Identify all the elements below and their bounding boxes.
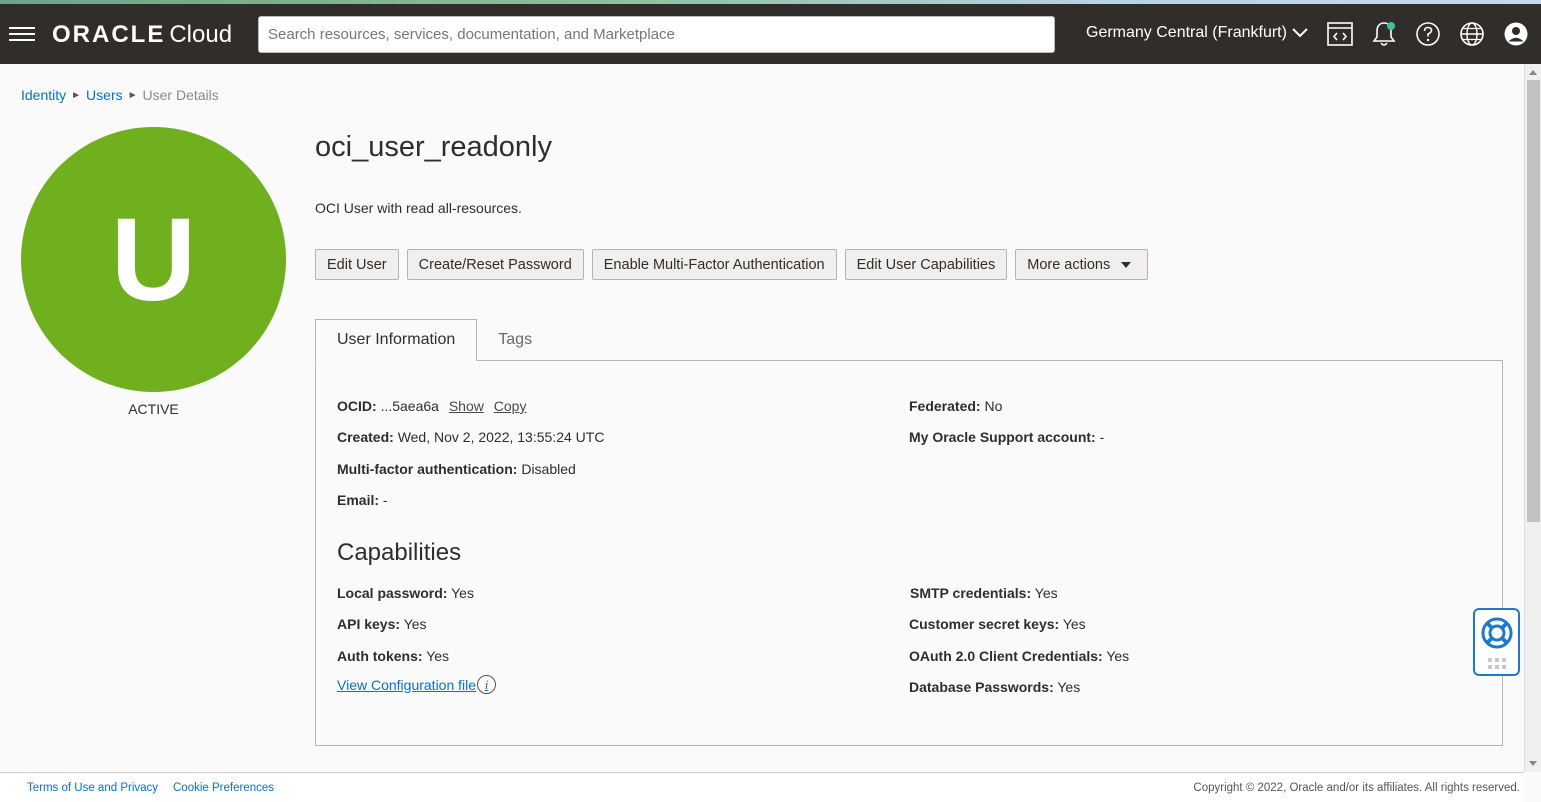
smtp-value: Yes — [1034, 585, 1058, 601]
scroll-down-icon[interactable] — [1529, 761, 1537, 766]
support-account-label: My Oracle Support account: — [909, 429, 1096, 445]
globe-icon[interactable] — [1458, 20, 1486, 48]
tab-user-information[interactable]: User Information — [315, 319, 478, 361]
mfa-value: Disabled — [521, 461, 576, 477]
ocid-field: OCID: ...5aea6a Show Copy — [337, 398, 526, 414]
status-label: ACTIVE — [128, 401, 179, 417]
more-actions-label: More actions — [1027, 256, 1111, 273]
created-value: Wed, Nov 2, 2022, 13:55:24 UTC — [397, 429, 605, 445]
support-account-field: My Oracle Support account: - — [909, 429, 1104, 445]
auth-tokens-label: Auth tokens: — [337, 648, 423, 664]
breadcrumb-separator-icon: ► — [71, 89, 82, 101]
region-selector[interactable]: Germany Central (Frankfurt) — [1086, 24, 1308, 42]
logo-product: Cloud — [169, 21, 233, 48]
view-configuration-label: View Configuration file — [337, 676, 477, 693]
created-label: Created: — [337, 429, 394, 445]
mfa-label: Multi-factor authentication: — [337, 461, 518, 477]
api-keys-value: Yes — [403, 616, 427, 632]
ocid-show-link[interactable]: Show — [449, 398, 484, 414]
top-navigation-bar: ORACLECloud Germany Central (Frankfurt) — [0, 4, 1541, 64]
api-keys-label: API keys: — [337, 616, 401, 632]
help-widget-button[interactable] — [1473, 608, 1520, 676]
created-field: Created: Wed, Nov 2, 2022, 13:55:24 UTC — [337, 429, 604, 445]
reset-password-button[interactable]: Create/Reset Password — [406, 249, 584, 280]
bell-icon[interactable] — [1370, 20, 1398, 48]
copyright-text: Copyright © 2022, Oracle and/or its affi… — [1193, 781, 1520, 794]
page-footer: Terms of Use and Privacy Cookie Preferen… — [0, 772, 1524, 802]
edit-capabilities-button[interactable]: Edit User Capabilities — [844, 249, 1008, 280]
secret-keys-field: Customer secret keys: Yes — [909, 616, 1086, 632]
api-keys-field: API keys: Yes — [337, 616, 427, 632]
help-icon[interactable] — [1414, 20, 1442, 48]
logo-brand: ORACLE — [52, 21, 166, 48]
local-password-value: Yes — [451, 585, 474, 601]
support-account-value: - — [1099, 429, 1105, 445]
terms-link[interactable]: Terms of Use and Privacy — [27, 782, 158, 794]
caret-down-icon — [1121, 261, 1132, 268]
local-password-field: Local password: Yes — [337, 585, 474, 601]
federated-field: Federated: No — [909, 398, 1002, 414]
db-passwords-label: Database Passwords: — [909, 679, 1054, 695]
oracle-cloud-logo[interactable]: ORACLE Cloud — [52, 21, 232, 49]
user-description: OCI User with read all-resources. — [315, 200, 522, 216]
tab-bar: User Information Tags — [315, 319, 553, 361]
info-icon[interactable]: i — [477, 675, 497, 694]
auth-tokens-field: Auth tokens: Yes — [337, 648, 449, 664]
more-actions-button[interactable]: More actions — [1015, 249, 1149, 280]
db-passwords-value: Yes — [1057, 679, 1081, 695]
mfa-field: Multi-factor authentication: Disabled — [337, 461, 576, 477]
page-title: oci_user_readonly — [315, 131, 552, 163]
lifebuoy-icon — [1481, 617, 1512, 649]
chevron-down-icon — [1292, 28, 1308, 38]
oauth-field: OAuth 2.0 Client Credentials: Yes — [909, 648, 1129, 664]
grid-dots-icon — [1487, 658, 1506, 669]
breadcrumb-separator-icon: ► — [127, 89, 138, 101]
edit-user-button[interactable]: Edit User — [315, 249, 399, 280]
secret-keys-value: Yes — [1062, 616, 1086, 632]
view-configuration-link[interactable]: View Configuration file i — [337, 675, 497, 694]
menu-icon[interactable] — [9, 27, 35, 41]
vertical-scrollbar[interactable] — [1524, 64, 1541, 772]
search-input[interactable] — [258, 16, 1055, 53]
region-label: Germany Central (Frankfurt) — [1086, 24, 1287, 41]
auth-tokens-value: Yes — [426, 648, 450, 664]
oauth-label: OAuth 2.0 Client Credentials: — [909, 648, 1103, 664]
user-avatar: U — [21, 127, 286, 392]
action-toolbar: Edit User Create/Reset Password Enable M… — [315, 249, 1149, 280]
breadcrumb-users[interactable]: Users — [86, 87, 123, 103]
federated-label: Federated: — [909, 398, 981, 414]
federated-value: No — [984, 398, 1003, 414]
user-information-panel: OCID: ...5aea6a Show Copy Created: Wed, … — [315, 360, 1503, 746]
breadcrumb-identity[interactable]: Identity — [21, 87, 66, 103]
email-field: Email: - — [337, 492, 388, 508]
profile-icon[interactable] — [1502, 20, 1530, 48]
tab-tags[interactable]: Tags — [477, 319, 553, 361]
email-value: - — [382, 492, 388, 508]
scroll-up-icon[interactable] — [1529, 70, 1537, 75]
smtp-label: SMTP credentials: — [910, 585, 1032, 601]
scrollbar-thumb[interactable] — [1527, 80, 1540, 522]
oauth-value: Yes — [1106, 648, 1130, 664]
enable-mfa-button[interactable]: Enable Multi-Factor Authentication — [591, 249, 837, 280]
breadcrumb: Identity ► Users ► User Details — [21, 87, 219, 103]
secret-keys-label: Customer secret keys: — [909, 616, 1060, 632]
ocid-label: OCID: — [337, 398, 377, 414]
capabilities-heading: Capabilities — [337, 539, 462, 566]
db-passwords-field: Database Passwords: Yes — [909, 679, 1080, 695]
email-label: Email: — [337, 492, 380, 508]
smtp-field: SMTP credentials: Yes — [910, 585, 1058, 601]
local-password-label: Local password: — [337, 585, 448, 601]
breadcrumb-current: User Details — [142, 87, 219, 103]
ocid-copy-link[interactable]: Copy — [494, 398, 527, 414]
cloud-shell-icon[interactable] — [1326, 20, 1354, 48]
cookie-preferences-link[interactable]: Cookie Preferences — [173, 782, 274, 794]
ocid-value: ...5aea6a — [380, 398, 439, 414]
